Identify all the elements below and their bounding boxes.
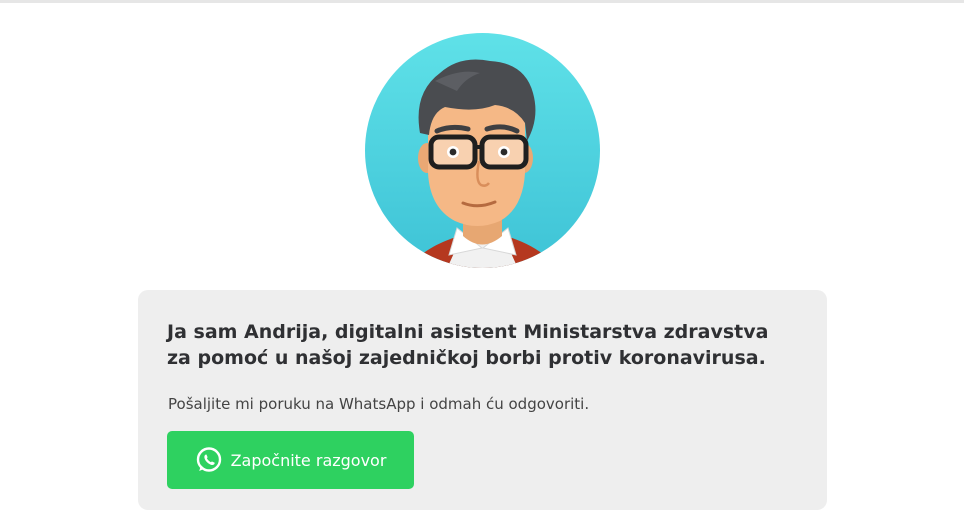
avatar bbox=[365, 33, 600, 268]
intro-heading: Ja sam Andrija, digitalni asistent Minis… bbox=[167, 321, 769, 369]
start-conversation-label: Započnite razgovor bbox=[230, 450, 387, 470]
whatsapp-icon bbox=[195, 446, 223, 474]
top-divider bbox=[0, 0, 964, 3]
intro-card: Ja sam Andrija, digitalni asistent Minis… bbox=[138, 290, 827, 510]
intro-subtext: Pošaljite mi poruku na WhatsApp i odmah … bbox=[168, 395, 590, 413]
start-conversation-button[interactable]: Započnite razgovor bbox=[167, 431, 414, 489]
andrija-avatar-image bbox=[365, 33, 600, 268]
